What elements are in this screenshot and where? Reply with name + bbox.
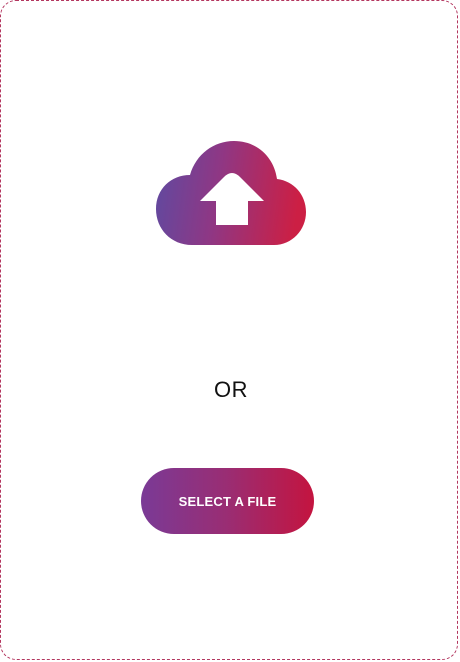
file-drop-zone[interactable]: OR SELECT A FILE	[0, 0, 458, 660]
cloud-upload-icon	[156, 141, 306, 246]
select-file-button[interactable]: SELECT A FILE	[141, 468, 314, 534]
or-separator: OR	[214, 377, 248, 402]
